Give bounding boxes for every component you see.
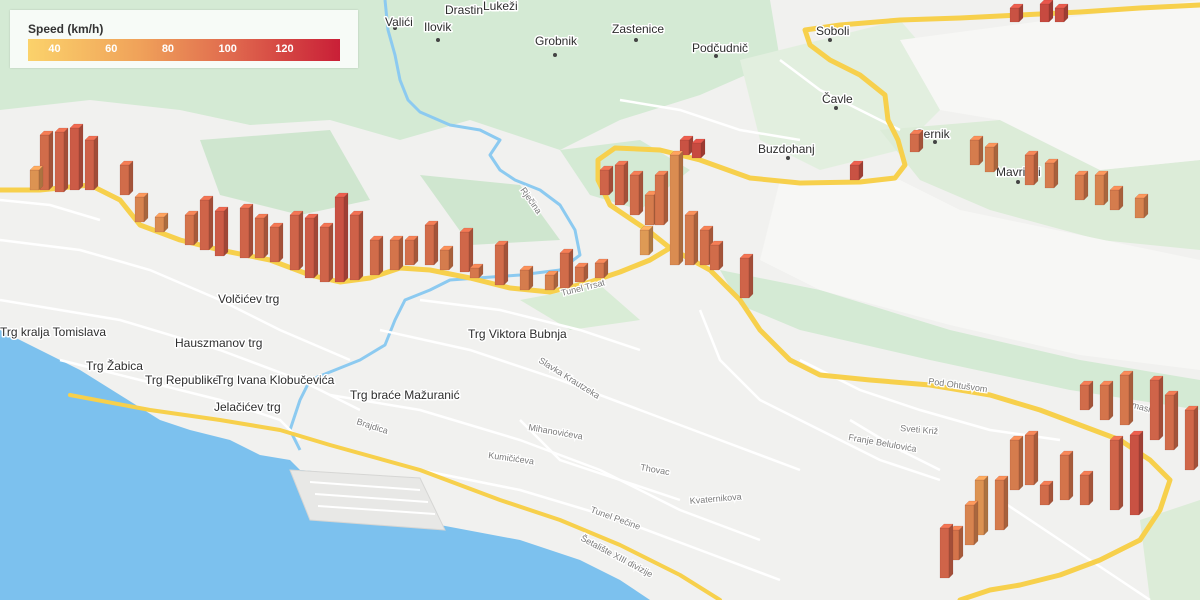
place-label: Ilovik [424, 20, 452, 34]
speed-column[interactable] [1119, 370, 1134, 426]
speed-column[interactable] [984, 142, 999, 173]
speed-column[interactable] [1099, 380, 1114, 421]
speed-column[interactable] [1164, 390, 1179, 451]
speed-column[interactable] [939, 523, 954, 579]
place-label: Trg Žabica [86, 358, 143, 373]
place-label: Zastenice [612, 22, 664, 36]
speed-column[interactable] [519, 265, 534, 291]
speed-column[interactable] [574, 262, 589, 283]
speed-column[interactable] [239, 203, 254, 259]
speed-column[interactable] [994, 475, 1009, 531]
speed-column[interactable] [319, 222, 334, 283]
place-label: Podčudnič [692, 41, 748, 55]
speed-column[interactable] [614, 160, 629, 206]
place-label: Trg Ivana Klobučevića [216, 373, 335, 387]
speed-column[interactable] [469, 263, 484, 279]
speed-column[interactable] [1079, 470, 1094, 506]
speed-column[interactable] [459, 227, 474, 273]
place-label: Volčićev trg [218, 292, 279, 306]
speed-column[interactable] [254, 213, 269, 259]
speed-column[interactable] [1009, 3, 1024, 23]
speed-column[interactable] [654, 170, 669, 226]
place-label: Čavle [822, 91, 853, 106]
place-label: Soboli [816, 24, 849, 38]
speed-column[interactable] [1039, 0, 1054, 23]
speed-column[interactable] [184, 210, 199, 246]
speed-column[interactable] [439, 245, 454, 271]
speed-column[interactable] [1079, 380, 1094, 411]
speed-column[interactable] [369, 235, 384, 276]
speed-column[interactable] [599, 165, 614, 196]
speed-column[interactable] [1009, 435, 1024, 491]
speed-column[interactable] [424, 220, 439, 266]
speed-column[interactable] [134, 192, 149, 223]
speed-column[interactable] [1044, 158, 1059, 189]
place-label: Trg kralja Tomislava [0, 325, 106, 339]
speed-column[interactable] [304, 213, 319, 279]
speed-column[interactable] [709, 240, 724, 271]
speed-column[interactable] [849, 160, 864, 181]
speed-column[interactable] [964, 500, 979, 546]
speed-column[interactable] [1134, 193, 1149, 219]
legend-tick-label: 100 [218, 43, 237, 55]
speed-column[interactable] [1054, 3, 1069, 23]
speed-column[interactable] [639, 225, 654, 256]
legend-tick-label: 80 [161, 43, 175, 55]
speed-column[interactable] [269, 222, 284, 263]
speed-column[interactable] [559, 248, 574, 289]
speed-column[interactable] [629, 170, 644, 216]
speed-column[interactable] [1109, 185, 1124, 211]
place-label: Trg braće Mažuranić [350, 388, 460, 402]
place-label: Buzdohanj [758, 142, 815, 156]
place-label: Trg Viktora Bubnja [468, 327, 567, 341]
speed-column[interactable] [1149, 375, 1164, 441]
speed-column[interactable] [691, 138, 706, 159]
speed-column[interactable] [1039, 480, 1054, 506]
speed-column[interactable] [54, 127, 69, 193]
place-label: Jelačićev trg [214, 400, 281, 414]
legend-tick-label: 40 [48, 43, 61, 55]
speed-column[interactable] [199, 195, 214, 251]
speed-column[interactable] [969, 135, 984, 166]
speed-column[interactable] [1059, 450, 1074, 501]
speed-column[interactable] [669, 150, 684, 266]
speed-column[interactable] [154, 212, 169, 233]
speed-column[interactable] [909, 129, 924, 153]
speed-column[interactable] [684, 210, 699, 266]
place-label: Hauszmanov trg [175, 336, 262, 350]
legend-tick-label: 120 [275, 43, 294, 55]
speed-column[interactable] [1074, 170, 1089, 201]
speed-column[interactable] [1094, 170, 1109, 206]
speed-legend: Speed (km/h) 40 60 80 100 120 [10, 10, 358, 68]
speed-column[interactable] [594, 258, 609, 279]
legend-tick-label: 60 [105, 43, 118, 55]
speed-column[interactable] [334, 192, 349, 283]
speed-column[interactable] [739, 253, 754, 299]
place-label: Lukeži [483, 0, 518, 13]
speed-column[interactable] [349, 210, 364, 281]
speed-column[interactable] [84, 135, 99, 191]
speed-column[interactable] [289, 210, 304, 271]
speed-column[interactable] [1109, 435, 1124, 511]
speed-column[interactable] [1129, 430, 1144, 516]
place-label: Trg Republike [145, 373, 220, 387]
map-canvas[interactable]: Valići Drastin Lukeži Ilovik Grobnik Zas… [0, 0, 1200, 600]
speed-column[interactable] [544, 270, 559, 291]
place-label: Valići [385, 15, 413, 29]
speed-column[interactable] [404, 235, 419, 266]
speed-column[interactable] [29, 165, 44, 191]
place-label: Drastin [445, 3, 483, 17]
speed-column[interactable] [119, 160, 134, 196]
speed-column[interactable] [69, 123, 84, 191]
speed-column[interactable] [1024, 430, 1039, 486]
speed-column[interactable] [389, 235, 404, 271]
speed-column[interactable] [494, 240, 509, 286]
legend-title: Speed (km/h) [28, 22, 104, 36]
speed-column[interactable] [1024, 150, 1039, 186]
speed-column[interactable] [1184, 405, 1199, 471]
place-label: Grobnik [535, 34, 578, 48]
speed-column[interactable] [214, 206, 229, 257]
